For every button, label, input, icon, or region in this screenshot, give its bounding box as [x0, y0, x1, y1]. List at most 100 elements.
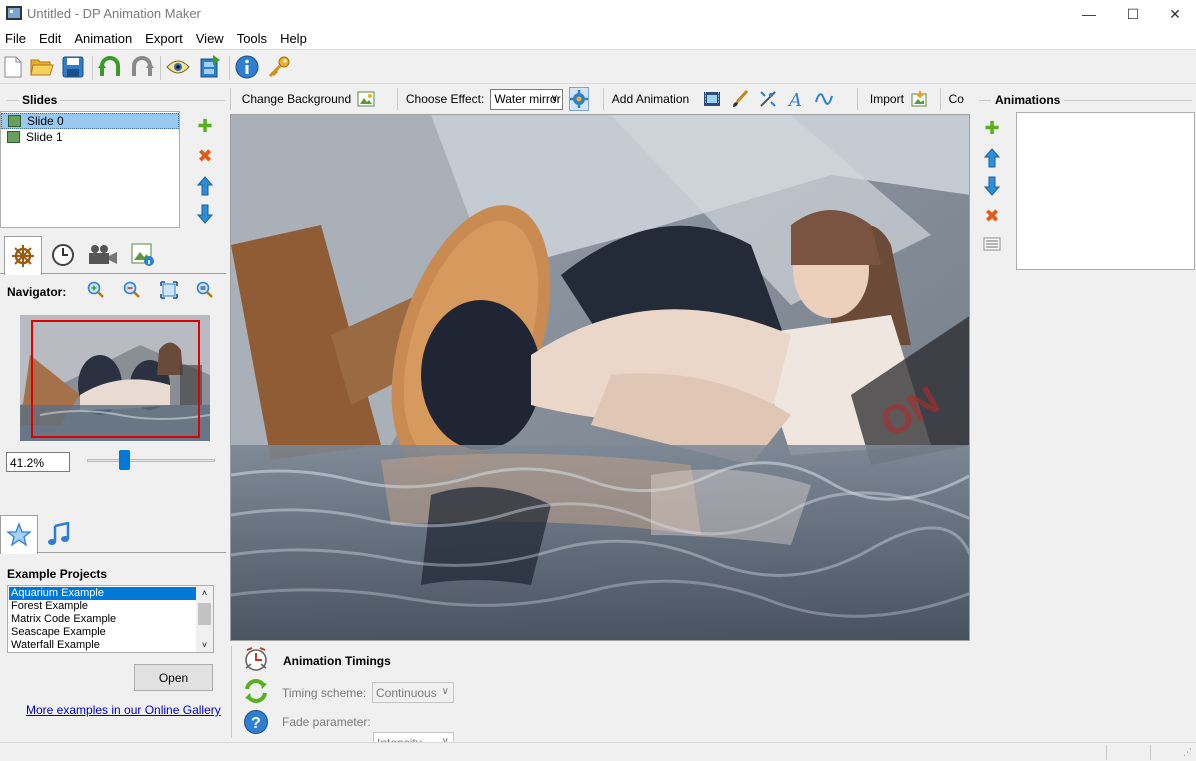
open-folder-icon [30, 59, 54, 76]
navigator-label: Navigator: [7, 285, 67, 299]
zoom-out-icon [123, 281, 140, 298]
maximize-button[interactable]: ☐ [1110, 0, 1156, 28]
tab-image-info[interactable] [124, 236, 162, 274]
scroll-down-icon[interactable]: ˅ [196, 638, 213, 652]
key-icon [268, 56, 290, 78]
open-button[interactable] [29, 54, 55, 80]
zoom-in-icon [87, 281, 104, 298]
zoom-in-button[interactable] [87, 281, 105, 302]
minimize-icon: — [1082, 6, 1096, 22]
new-button[interactable] [0, 54, 26, 80]
slide-item-0[interactable]: Slide 0 [1, 113, 179, 129]
menu-view[interactable]: View [196, 31, 224, 46]
menu-export[interactable]: Export [145, 31, 183, 46]
export-video-button[interactable] [197, 54, 223, 80]
close-button[interactable]: ✕ [1152, 0, 1196, 28]
left-tabstrip [0, 236, 226, 275]
change-background-icon[interactable] [357, 89, 375, 109]
preview-button[interactable] [165, 54, 191, 80]
tab-timing[interactable] [44, 236, 82, 274]
resize-grip-icon[interactable]: ⋰ [1183, 747, 1192, 758]
menu-file[interactable]: File [5, 31, 26, 46]
scroll-up-icon[interactable]: ˄ [196, 586, 213, 600]
redo-button[interactable] [129, 54, 155, 80]
particles-icon [760, 91, 776, 107]
navigator-preview[interactable] [20, 315, 210, 441]
fit-to-window-button[interactable] [160, 281, 178, 302]
undo-button[interactable] [97, 54, 123, 80]
effect-settings-button[interactable] [569, 87, 590, 111]
app-logo-icon [6, 6, 22, 20]
tab-examples[interactable] [0, 515, 38, 554]
tab-camera[interactable] [84, 236, 122, 274]
list-item[interactable]: Seascape Example [9, 626, 196, 639]
scroll-thumb[interactable] [198, 603, 211, 625]
list-item[interactable]: Matrix Code Example [9, 613, 196, 626]
animation-properties-button[interactable] [982, 234, 1002, 254]
move-slide-up-button[interactable] [195, 176, 215, 196]
list-scrollbar[interactable]: ˄ ˅ [196, 586, 213, 652]
main-toolbar [0, 49, 1196, 84]
menu-help[interactable]: Help [280, 31, 307, 46]
list-item[interactable]: Aquarium Example [9, 587, 196, 600]
tab-navigator[interactable] [4, 236, 42, 275]
help-timings-button[interactable]: ? [243, 709, 269, 738]
import-button[interactable]: Import [870, 92, 904, 106]
about-button[interactable] [234, 54, 260, 80]
slide-photo-image: ON [231, 115, 969, 640]
add-image-animation-button[interactable] [703, 89, 721, 109]
list-properties-icon [983, 237, 1001, 251]
menu-animation[interactable]: Animation [74, 31, 132, 46]
move-animation-down-button[interactable] [982, 176, 1002, 196]
save-button[interactable] [60, 54, 86, 80]
effect-select[interactable]: Water mirror ∨ [490, 88, 564, 110]
minimize-button[interactable]: — [1066, 0, 1112, 28]
zoom-actual-icon [196, 281, 213, 298]
register-button[interactable] [266, 54, 292, 80]
zoom-percent-field[interactable]: 41.2% [6, 452, 70, 472]
add-particle-animation-button[interactable] [759, 89, 777, 109]
add-animation-button[interactable]: ✚ [982, 118, 1002, 138]
zoom-slider-track[interactable] [87, 459, 215, 462]
animations-list[interactable] [1016, 112, 1195, 270]
delete-animation-button[interactable]: ✖ [982, 206, 1002, 226]
list-item[interactable]: Waterfall Example [9, 639, 196, 652]
viewport-rectangle[interactable] [31, 320, 200, 438]
move-animation-up-button[interactable] [982, 148, 1002, 168]
image-info-icon [131, 243, 154, 266]
window-title: Untitled - DP Animation Maker [27, 6, 201, 21]
slide-item-1[interactable]: Slide 1 [1, 129, 179, 145]
delete-icon: ✖ [197, 145, 213, 166]
add-wave-animation-button[interactable] [815, 89, 834, 109]
menu-edit[interactable]: Edit [39, 31, 61, 46]
add-slide-button[interactable]: ✚ [195, 116, 215, 136]
film-icon [704, 92, 721, 106]
arrow-down-icon [984, 176, 1000, 196]
add-text-animation-button[interactable]: A [787, 89, 805, 109]
open-example-button[interactable]: Open [134, 664, 213, 691]
change-background-button[interactable]: Change Background [242, 92, 351, 106]
reset-timings-button[interactable] [243, 678, 269, 707]
import-icon[interactable] [910, 89, 928, 109]
slides-list[interactable]: Slide 0 Slide 1 [0, 111, 180, 228]
text-icon: A [787, 90, 802, 108]
move-slide-down-button[interactable] [195, 204, 215, 224]
arrow-down-icon [197, 204, 213, 224]
list-item[interactable]: Forest Example [9, 600, 196, 613]
animation-timings-title: Animation Timings [283, 654, 391, 668]
tab-music[interactable] [40, 515, 78, 553]
online-gallery-link[interactable]: More examples in our Online Gallery [26, 703, 221, 717]
truncated-button[interactable]: Co [949, 92, 964, 106]
menu-tools[interactable]: Tools [237, 31, 267, 46]
delete-slide-button[interactable]: ✖ [195, 146, 215, 166]
actual-size-button[interactable] [196, 281, 214, 302]
fit-screen-icon [160, 281, 178, 299]
zoom-slider-thumb[interactable] [119, 450, 130, 470]
slide-canvas[interactable]: ON [230, 114, 970, 641]
timing-scheme-select[interactable]: Continuous ∨ [372, 682, 454, 703]
fade-parameter-label: Fade parameter: [282, 715, 371, 729]
zoom-out-button[interactable] [123, 281, 141, 302]
preview-icon [166, 60, 190, 74]
example-projects-list[interactable]: Aquarium Example Forest Example Matrix C… [7, 585, 214, 653]
add-brush-animation-button[interactable] [731, 89, 749, 109]
